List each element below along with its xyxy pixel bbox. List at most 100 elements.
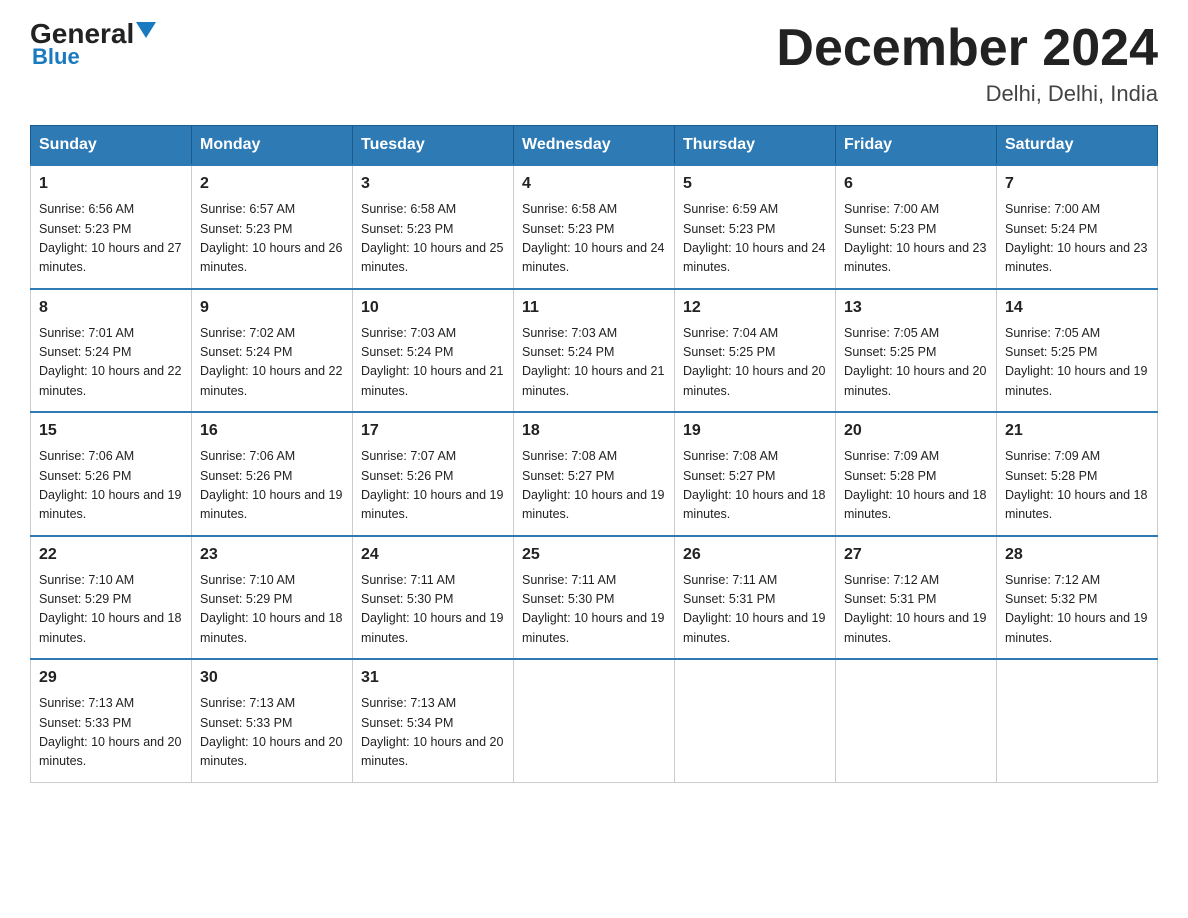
day-number: 10 [361,296,505,320]
calendar-cell: 1 Sunrise: 6:56 AMSunset: 5:23 PMDaylight… [31,165,192,289]
calendar-cell: 8 Sunrise: 7:01 AMSunset: 5:24 PMDaylight… [31,289,192,413]
calendar-cell: 6 Sunrise: 7:00 AMSunset: 5:23 PMDaylight… [836,165,997,289]
day-info: Sunrise: 6:59 AMSunset: 5:23 PMDaylight:… [683,200,827,278]
title-block: December 2024 Delhi, Delhi, India [776,20,1158,107]
calendar-cell: 26 Sunrise: 7:11 AMSunset: 5:31 PMDayligh… [675,536,836,660]
calendar-cell: 5 Sunrise: 6:59 AMSunset: 5:23 PMDaylight… [675,165,836,289]
calendar-cell: 17 Sunrise: 7:07 AMSunset: 5:26 PMDayligh… [353,412,514,536]
week-row-3: 15 Sunrise: 7:06 AMSunset: 5:26 PMDayligh… [31,412,1158,536]
week-row-5: 29Sunrise: 7:13 AMSunset: 5:33 PMDayligh… [31,659,1158,782]
week-row-4: 22 Sunrise: 7:10 AMSunset: 5:29 PMDayligh… [31,536,1158,660]
header: General Blue December 2024 Delhi, Delhi,… [30,20,1158,107]
day-number: 9 [200,296,344,320]
calendar-cell: 29Sunrise: 7:13 AMSunset: 5:33 PMDayligh… [31,659,192,782]
day-number: 23 [200,543,344,567]
logo: General Blue [30,20,156,70]
day-number: 4 [522,172,666,196]
day-info: Sunrise: 7:08 AMSunset: 5:27 PMDaylight:… [522,447,666,525]
subtitle: Delhi, Delhi, India [776,81,1158,107]
calendar-cell: 9 Sunrise: 7:02 AMSunset: 5:24 PMDaylight… [192,289,353,413]
calendar-cell: 27 Sunrise: 7:12 AMSunset: 5:31 PMDayligh… [836,536,997,660]
day-info: Sunrise: 6:58 AMSunset: 5:23 PMDaylight:… [361,200,505,278]
day-info: Sunrise: 7:03 AMSunset: 5:24 PMDaylight:… [522,324,666,402]
day-info: Sunrise: 6:56 AMSunset: 5:23 PMDaylight:… [39,200,183,278]
day-number: 3 [361,172,505,196]
day-info: Sunrise: 7:10 AMSunset: 5:29 PMDaylight:… [200,571,344,649]
day-number: 18 [522,419,666,443]
day-info: Sunrise: 7:01 AMSunset: 5:24 PMDaylight:… [39,324,183,402]
day-number: 7 [1005,172,1149,196]
calendar-cell: 4 Sunrise: 6:58 AMSunset: 5:23 PMDaylight… [514,165,675,289]
day-number: 1 [39,172,183,196]
day-number: 25 [522,543,666,567]
logo-triangle [136,22,156,38]
day-info: Sunrise: 7:11 AMSunset: 5:30 PMDaylight:… [522,571,666,649]
day-info: Sunrise: 7:02 AMSunset: 5:24 PMDaylight:… [200,324,344,402]
day-number: 30 [200,666,344,690]
calendar-cell: 3 Sunrise: 6:58 AMSunset: 5:23 PMDaylight… [353,165,514,289]
calendar-cell: 15 Sunrise: 7:06 AMSunset: 5:26 PMDayligh… [31,412,192,536]
day-info: Sunrise: 7:00 AMSunset: 5:24 PMDaylight:… [1005,200,1149,278]
calendar-cell: 20Sunrise: 7:09 AMSunset: 5:28 PMDayligh… [836,412,997,536]
day-number: 13 [844,296,988,320]
day-info: Sunrise: 7:03 AMSunset: 5:24 PMDaylight:… [361,324,505,402]
day-info: Sunrise: 7:12 AMSunset: 5:31 PMDaylight:… [844,571,988,649]
day-number: 17 [361,419,505,443]
day-info: Sunrise: 7:04 AMSunset: 5:25 PMDaylight:… [683,324,827,402]
calendar-cell: 30Sunrise: 7:13 AMSunset: 5:33 PMDayligh… [192,659,353,782]
week-row-1: 1 Sunrise: 6:56 AMSunset: 5:23 PMDaylight… [31,165,1158,289]
day-number: 12 [683,296,827,320]
page-title: December 2024 [776,20,1158,77]
day-number: 16 [200,419,344,443]
calendar-cell: 13 Sunrise: 7:05 AMSunset: 5:25 PMDayligh… [836,289,997,413]
day-info: Sunrise: 7:06 AMSunset: 5:26 PMDaylight:… [200,447,344,525]
day-number: 21 [1005,419,1149,443]
week-row-2: 8 Sunrise: 7:01 AMSunset: 5:24 PMDaylight… [31,289,1158,413]
header-friday: Friday [836,126,997,166]
day-info: Sunrise: 7:07 AMSunset: 5:26 PMDaylight:… [361,447,505,525]
day-number: 22 [39,543,183,567]
day-info: Sunrise: 7:11 AMSunset: 5:31 PMDaylight:… [683,571,827,649]
header-wednesday: Wednesday [514,126,675,166]
calendar-cell: 23 Sunrise: 7:10 AMSunset: 5:29 PMDayligh… [192,536,353,660]
day-number: 29 [39,666,183,690]
header-tuesday: Tuesday [353,126,514,166]
day-info: Sunrise: 7:11 AMSunset: 5:30 PMDaylight:… [361,571,505,649]
day-info: Sunrise: 7:13 AMSunset: 5:34 PMDaylight:… [361,694,505,772]
day-info: Sunrise: 6:57 AMSunset: 5:23 PMDaylight:… [200,200,344,278]
calendar-cell [997,659,1158,782]
day-number: 6 [844,172,988,196]
day-info: Sunrise: 7:06 AMSunset: 5:26 PMDaylight:… [39,447,183,525]
day-info: Sunrise: 7:10 AMSunset: 5:29 PMDaylight:… [39,571,183,649]
calendar-cell: 14 Sunrise: 7:05 AMSunset: 5:25 PMDayligh… [997,289,1158,413]
calendar-cell: 25 Sunrise: 7:11 AMSunset: 5:30 PMDayligh… [514,536,675,660]
calendar-cell [836,659,997,782]
calendar: Sunday Monday Tuesday Wednesday Thursday… [30,125,1158,783]
day-number: 26 [683,543,827,567]
header-saturday: Saturday [997,126,1158,166]
header-monday: Monday [192,126,353,166]
day-info: Sunrise: 7:12 AMSunset: 5:32 PMDaylight:… [1005,571,1149,649]
calendar-cell [514,659,675,782]
day-number: 15 [39,419,183,443]
day-number: 20 [844,419,988,443]
calendar-cell: 2 Sunrise: 6:57 AMSunset: 5:23 PMDaylight… [192,165,353,289]
day-number: 2 [200,172,344,196]
day-number: 14 [1005,296,1149,320]
day-number: 11 [522,296,666,320]
day-number: 8 [39,296,183,320]
calendar-cell: 22 Sunrise: 7:10 AMSunset: 5:29 PMDayligh… [31,536,192,660]
calendar-cell: 11 Sunrise: 7:03 AMSunset: 5:24 PMDayligh… [514,289,675,413]
calendar-cell: 31 Sunrise: 7:13 AMSunset: 5:34 PMDayligh… [353,659,514,782]
day-info: Sunrise: 7:00 AMSunset: 5:23 PMDaylight:… [844,200,988,278]
day-info: Sunrise: 7:05 AMSunset: 5:25 PMDaylight:… [1005,324,1149,402]
day-number: 5 [683,172,827,196]
calendar-cell: 28Sunrise: 7:12 AMSunset: 5:32 PMDayligh… [997,536,1158,660]
day-number: 19 [683,419,827,443]
header-thursday: Thursday [675,126,836,166]
day-info: Sunrise: 6:58 AMSunset: 5:23 PMDaylight:… [522,200,666,278]
day-info: Sunrise: 7:05 AMSunset: 5:25 PMDaylight:… [844,324,988,402]
day-number: 31 [361,666,505,690]
calendar-cell: 10 Sunrise: 7:03 AMSunset: 5:24 PMDayligh… [353,289,514,413]
day-number: 27 [844,543,988,567]
